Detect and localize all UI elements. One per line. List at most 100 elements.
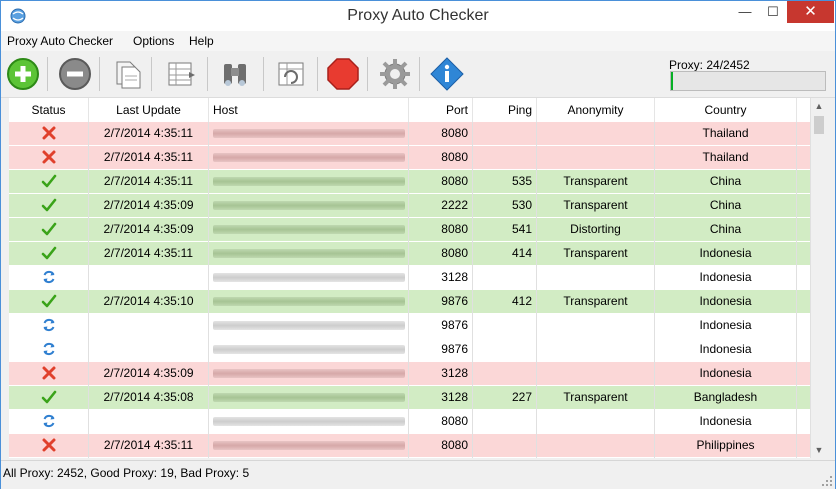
table-row[interactable]: 3128 Indonesia — [9, 266, 810, 290]
last-update-cell — [89, 338, 209, 362]
last-update-cell: 2/7/2014 4:35:11 — [89, 434, 209, 458]
toolbar-separator — [207, 57, 208, 91]
toolbar: Proxy: 24/2452 — [1, 51, 835, 98]
country-cell: China — [655, 170, 797, 194]
status-cell — [9, 362, 89, 386]
country-cell: Indonesia — [655, 290, 797, 314]
anonymity-cell: Distorting — [537, 218, 655, 242]
host-cell — [209, 410, 409, 434]
host-redacted-mask — [213, 417, 405, 426]
port-cell: 8080 — [409, 410, 473, 434]
toolbar-separator — [263, 57, 264, 91]
country-cell: Indonesia — [655, 266, 797, 290]
minimize-button[interactable]: — — [731, 1, 759, 23]
host-redacted-mask — [213, 297, 405, 306]
export-button[interactable] — [163, 56, 199, 92]
port-cell: 3128 — [409, 266, 473, 290]
column-header-country[interactable]: Country — [655, 98, 797, 122]
table-row[interactable]: 2/7/2014 4:35:11 8080 Thailand — [9, 122, 810, 146]
stop-button[interactable] — [325, 56, 361, 92]
refresh-icon — [41, 318, 57, 332]
copy-button[interactable] — [109, 56, 145, 92]
host-cell — [209, 434, 409, 458]
table-row[interactable]: 2/7/2014 4:35:09 2222 530 Transparent China — [9, 194, 810, 218]
table-row[interactable]: 2/7/2014 4:35:08 3128 227 Transparent Bangla… — [9, 386, 810, 410]
host-cell — [209, 122, 409, 146]
scroll-up-arrow[interactable]: ▲ — [811, 98, 827, 114]
ping-cell: 414 — [473, 242, 537, 266]
status-cell — [9, 122, 89, 146]
progress-fill — [671, 72, 673, 90]
table-row[interactable]: 2/7/2014 4:35:11 8080 414 Transparent Indone… — [9, 242, 810, 266]
table-row[interactable]: 2/7/2014 4:35:10 9876 412 Transparent Indone… — [9, 290, 810, 314]
remove-button[interactable] — [57, 56, 93, 92]
toolbar-separator — [367, 57, 368, 91]
host-cell — [209, 146, 409, 170]
table-row[interactable]: 2/7/2014 4:35:11 8080 Thailand — [9, 146, 810, 170]
refresh-button[interactable] — [273, 56, 309, 92]
ping-cell — [473, 362, 537, 386]
resize-grip-icon[interactable] — [821, 475, 833, 487]
title-bar[interactable]: Proxy Auto Checker — ☐ ✕ — [1, 1, 835, 31]
column-header-anonymity[interactable]: Anonymity — [537, 98, 655, 122]
host-cell — [209, 242, 409, 266]
ping-cell — [473, 122, 537, 146]
scroll-thumb[interactable] — [814, 116, 824, 134]
host-redacted-mask — [213, 249, 405, 258]
last-update-cell: 2/7/2014 4:35:09 — [89, 218, 209, 242]
table-row[interactable]: 8080 Indonesia — [9, 410, 810, 434]
host-cell — [209, 362, 409, 386]
check-icon — [41, 390, 57, 404]
add-button[interactable] — [5, 56, 41, 92]
last-update-cell: 2/7/2014 4:35:11 — [89, 146, 209, 170]
table-row[interactable]: 9876 Indonesia — [9, 314, 810, 338]
country-cell: Philippines — [655, 434, 797, 458]
column-header-host[interactable]: Host — [209, 98, 409, 122]
host-cell — [209, 290, 409, 314]
toolbar-separator — [151, 57, 152, 91]
menu-proxy-auto-checker[interactable]: Proxy Auto Checker — [7, 34, 113, 48]
table-row[interactable]: 2/7/2014 4:35:11 8080 Philippines — [9, 434, 810, 458]
port-cell: 9876 — [409, 314, 473, 338]
last-update-cell: 2/7/2014 4:35:11 — [89, 122, 209, 146]
window-title: Proxy Auto Checker — [347, 7, 489, 24]
last-update-cell: 2/7/2014 4:35:08 — [89, 386, 209, 410]
column-header-port[interactable]: Port — [409, 98, 473, 122]
table-row[interactable]: 9876 Indonesia — [9, 338, 810, 362]
menu-help[interactable]: Help — [189, 34, 214, 48]
close-button[interactable]: ✕ — [787, 1, 834, 23]
find-button[interactable] — [217, 56, 253, 92]
status-cell — [9, 434, 89, 458]
status-cell — [9, 410, 89, 434]
ping-cell — [473, 146, 537, 170]
host-cell — [209, 170, 409, 194]
settings-button[interactable] — [377, 56, 413, 92]
about-button[interactable] — [429, 56, 465, 92]
column-header-last-update[interactable]: Last Update — [89, 98, 209, 122]
anonymity-cell: Transparent — [537, 386, 655, 410]
ping-cell — [473, 266, 537, 290]
menu-options[interactable]: Options — [133, 34, 174, 48]
app-window: Proxy Auto Checker — ☐ ✕ Proxy Auto Chec… — [0, 0, 836, 489]
column-header-status[interactable]: Status — [9, 98, 89, 122]
host-cell — [209, 194, 409, 218]
column-header-ping[interactable]: Ping — [473, 98, 537, 122]
x-icon — [41, 438, 57, 452]
refresh-icon — [41, 414, 57, 428]
country-cell: Indonesia — [655, 410, 797, 434]
status-cell — [9, 194, 89, 218]
table-row[interactable]: 2/7/2014 4:35:09 8080 541 Distorting China — [9, 218, 810, 242]
anonymity-cell — [537, 362, 655, 386]
vertical-scrollbar[interactable]: ▲ ▼ — [810, 98, 827, 458]
anonymity-cell — [537, 122, 655, 146]
scroll-down-arrow[interactable]: ▼ — [811, 442, 827, 458]
x-icon — [41, 126, 57, 140]
table-row[interactable]: 2/7/2014 4:35:09 3128 Indonesia — [9, 362, 810, 386]
port-cell: 9876 — [409, 338, 473, 362]
port-cell: 2222 — [409, 194, 473, 218]
host-redacted-mask — [213, 345, 405, 354]
maximize-button[interactable]: ☐ — [759, 1, 787, 23]
table-row[interactable]: 2/7/2014 4:35:11 8080 535 Transparent China — [9, 170, 810, 194]
proxy-table[interactable]: Status Last Update Host Port Ping Anonym… — [9, 98, 810, 458]
check-icon — [41, 294, 57, 308]
